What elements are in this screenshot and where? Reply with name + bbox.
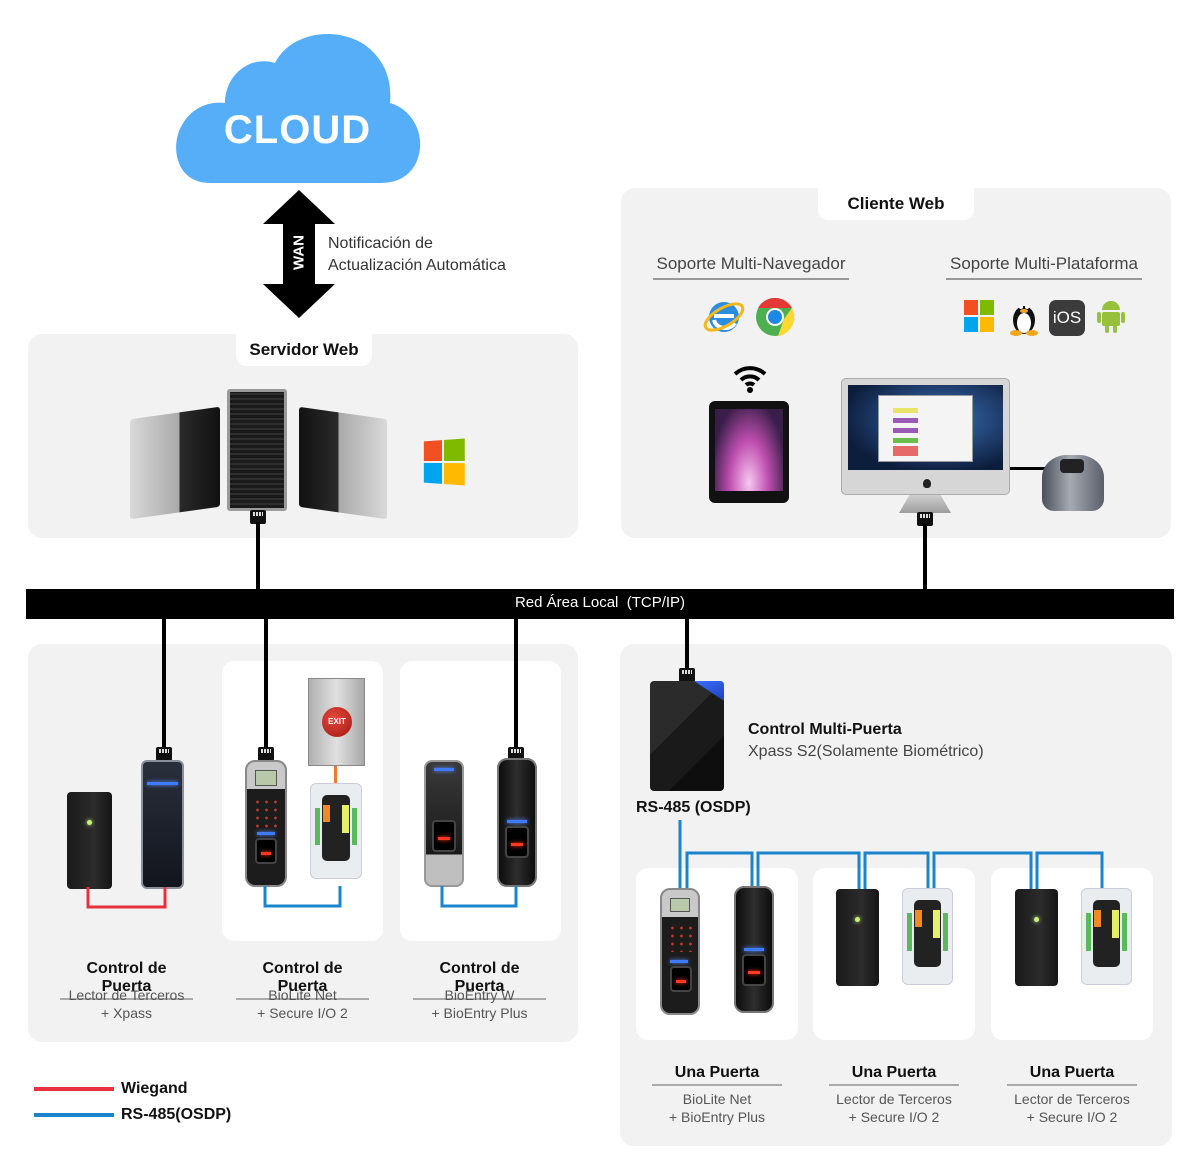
secure-io-2-device (310, 783, 362, 879)
door-control-1-line2: + Xpass (101, 1005, 152, 1021)
door-control-2-line1: BioLite Net (268, 987, 337, 1003)
wan-notification-line1: Notificación de (328, 235, 433, 252)
single-door-2-secure-io-2 (902, 888, 953, 985)
exit-orange-wire (334, 766, 337, 784)
multi-browser-heading: Soporte Multi-Navegador (653, 254, 849, 280)
ios-icon: iOS (1049, 300, 1085, 336)
single-door-2-title: Una Puerta (829, 1064, 959, 1086)
biolite-ethernet-connector (258, 747, 274, 761)
door-control-3-line2: + BioEntry Plus (431, 1005, 528, 1021)
wan-notification-line2: Actualización Automática (328, 257, 506, 274)
cloud-label: CLOUD (223, 108, 372, 152)
xpass-reader (141, 760, 184, 889)
server-web-title: Servidor Web (236, 334, 372, 366)
single-door-2-line2: + Secure I/O 2 (848, 1109, 940, 1125)
third-party-reader (67, 792, 112, 889)
single-door-1-line1: BioLite Net (682, 1091, 752, 1107)
single-door-3-third-party-reader (1015, 889, 1058, 986)
apple-logo-icon (923, 479, 931, 488)
server-tower-left (130, 406, 220, 520)
single-door-1-bioentry-plus (734, 886, 774, 1013)
biolite-net-device (245, 760, 287, 887)
bioentry-plus-lan-cable (514, 619, 518, 749)
server-tower-right (299, 406, 387, 520)
android-icon (1097, 301, 1125, 333)
xpass-s2-ethernet-connector (679, 668, 695, 682)
wiegand-wire (86, 887, 167, 909)
tablet-screen (715, 409, 783, 491)
tablet-device (709, 401, 789, 503)
platform-windows-icon (964, 300, 994, 332)
door-control-3-line1: BioEntry W (444, 987, 515, 1003)
cloud-icon (176, 33, 421, 183)
desktop-computer (841, 378, 1010, 495)
desktop-app-window (878, 395, 973, 462)
multi-door-title: Control Multi-Puerta (748, 721, 902, 738)
card2-rs485-wire (263, 886, 342, 908)
legend-wiegand-line (34, 1087, 114, 1091)
legend-rs485-line (34, 1113, 114, 1117)
xpass-lan-cable (162, 619, 166, 749)
exit-button-label: EXIT (328, 717, 346, 726)
server-lan-cable (256, 522, 260, 590)
lan-label: Red Área Local (TCP/IP) (514, 594, 686, 611)
wifi-icon (733, 366, 767, 393)
chrome-icon (756, 297, 795, 336)
biolite-lan-cable (264, 619, 268, 749)
client-web-title: Cliente Web (818, 188, 974, 220)
single-door-1-title: Una Puerta (652, 1064, 782, 1086)
desktop-screen (848, 385, 1003, 470)
bioentry-plus-device (497, 758, 537, 887)
door-control-1-line1: Lector de Terceros (68, 987, 185, 1003)
xpass-ethernet-connector (156, 747, 172, 761)
single-door-3-title: Una Puerta (1007, 1064, 1137, 1086)
single-door-3-line2: + Secure I/O 2 (1026, 1109, 1118, 1125)
bioentry-w-device (424, 760, 464, 887)
single-door-1-line2: + BioEntry Plus (668, 1109, 766, 1125)
single-door-3-line1: Lector de Terceros (1014, 1091, 1130, 1107)
server-tower-center (227, 389, 287, 511)
xpass-s2-device (650, 681, 724, 791)
single-door-1-biolite-net (660, 888, 700, 1015)
desktop-lan-cable (923, 524, 927, 590)
internet-explorer-icon (703, 302, 745, 332)
single-door-2-line1: Lector de Terceros (836, 1091, 952, 1107)
exit-button-plate: EXIT (308, 678, 365, 766)
single-door-2-third-party-reader (836, 889, 879, 986)
windows-icon (423, 438, 465, 486)
card3-rs485-wire (440, 886, 518, 908)
rs485-bus-label: RS-485 (OSDP) (636, 799, 751, 816)
ios-icon-label: iOS (1052, 308, 1082, 327)
wan-label: WAN (290, 235, 308, 270)
door-control-2-line2: + Secure I/O 2 (257, 1005, 348, 1021)
multi-platform-heading: Soporte Multi-Plataforma (946, 254, 1142, 280)
xpass-s2-lan-cable (685, 619, 689, 669)
multi-door-subtitle: Xpass S2(Solamente Biométrico) (748, 743, 984, 760)
fingerprint-scanner (1042, 455, 1104, 511)
legend-wiegand-label: Wiegand (121, 1080, 188, 1097)
single-door-3-secure-io-2 (1081, 888, 1132, 985)
linux-icon (1010, 305, 1038, 336)
exit-button: EXIT (322, 707, 352, 737)
legend-rs485-label: RS-485(OSDP) (121, 1106, 232, 1123)
